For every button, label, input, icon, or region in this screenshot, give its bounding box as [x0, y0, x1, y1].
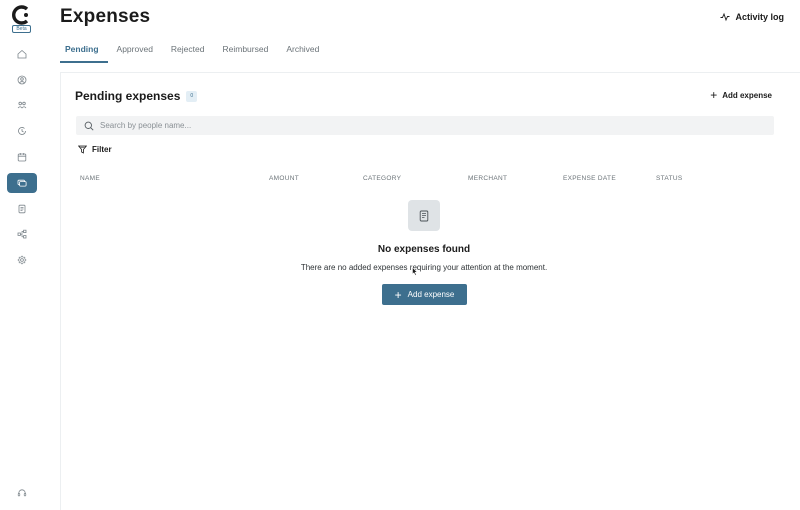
activity-log-label: Activity log	[735, 12, 784, 22]
sidebar-item-home[interactable]	[7, 44, 37, 64]
add-expense-button[interactable]: + Add expense	[382, 284, 467, 305]
beta-badge: Beta	[12, 25, 31, 33]
sidebar-item-workflows[interactable]	[7, 224, 37, 244]
empty-state-subtitle: There are no added expenses requiring yo…	[300, 263, 548, 272]
sidebar-item-documents[interactable]	[7, 199, 37, 219]
column-header-status[interactable]: STATUS	[656, 175, 682, 182]
content-divider	[60, 72, 61, 510]
activity-log-button[interactable]: Activity log	[720, 12, 784, 22]
sidebar-item-calendar[interactable]	[7, 147, 37, 167]
headset-icon[interactable]	[17, 488, 27, 498]
clock-refresh-icon	[18, 127, 26, 135]
search-input[interactable]	[100, 121, 700, 130]
home-icon	[17, 49, 27, 59]
column-header-expense-date[interactable]: EXPENSE DATE	[563, 175, 616, 182]
search-icon	[84, 121, 94, 131]
tabs-divider	[60, 72, 800, 73]
mouse-cursor-icon	[412, 267, 418, 276]
company-logo[interactable]	[12, 5, 32, 25]
empty-state-illustration	[408, 200, 440, 231]
filter-label: Filter	[92, 145, 112, 154]
workflow-icon	[17, 229, 27, 239]
column-header-amount[interactable]: AMOUNT	[269, 175, 299, 182]
activity-icon	[720, 12, 730, 22]
count-badge: 0	[186, 90, 198, 102]
plus-icon: +	[394, 287, 402, 302]
person-circle-icon	[17, 75, 27, 85]
column-header-category[interactable]: CATEGORY	[363, 175, 401, 182]
search-bar[interactable]	[76, 116, 774, 135]
section-title: Pending expenses	[75, 89, 181, 103]
tab-pending[interactable]: Pending	[60, 40, 108, 63]
receipt-icon	[419, 210, 429, 221]
section-header: Pending expenses 0	[75, 89, 198, 103]
add-expense-link[interactable]: + Add expense	[710, 88, 772, 102]
add-expense-label: Add expense	[722, 90, 772, 100]
tab-reimbursed[interactable]: Reimbursed	[213, 40, 277, 63]
sidebar-item-expenses[interactable]	[7, 173, 37, 193]
status-tabs: Pending Approved Rejected Reimbursed Arc…	[60, 40, 328, 63]
filter-icon	[78, 145, 87, 154]
add-expense-button-label: Add expense	[407, 290, 455, 299]
column-header-name[interactable]: NAME	[80, 175, 100, 182]
sidebar-item-people[interactable]	[7, 70, 37, 90]
column-header-merchant[interactable]: MERCHANT	[468, 175, 507, 182]
plus-icon: +	[710, 88, 718, 102]
users-icon	[17, 101, 27, 109]
sidebar: Beta	[0, 0, 44, 510]
document-icon	[18, 204, 26, 214]
tab-rejected[interactable]: Rejected	[162, 40, 214, 63]
empty-state-title: No expenses found	[377, 244, 471, 255]
expenses-icon	[17, 179, 27, 187]
sidebar-item-time-off[interactable]	[7, 121, 37, 141]
filter-button[interactable]: Filter	[78, 145, 112, 154]
calendar-icon	[17, 153, 27, 162]
tab-approved[interactable]: Approved	[108, 40, 162, 63]
sidebar-item-teams[interactable]	[7, 95, 37, 115]
tab-archived[interactable]: Archived	[277, 40, 328, 63]
page-title: Expenses	[60, 6, 151, 27]
